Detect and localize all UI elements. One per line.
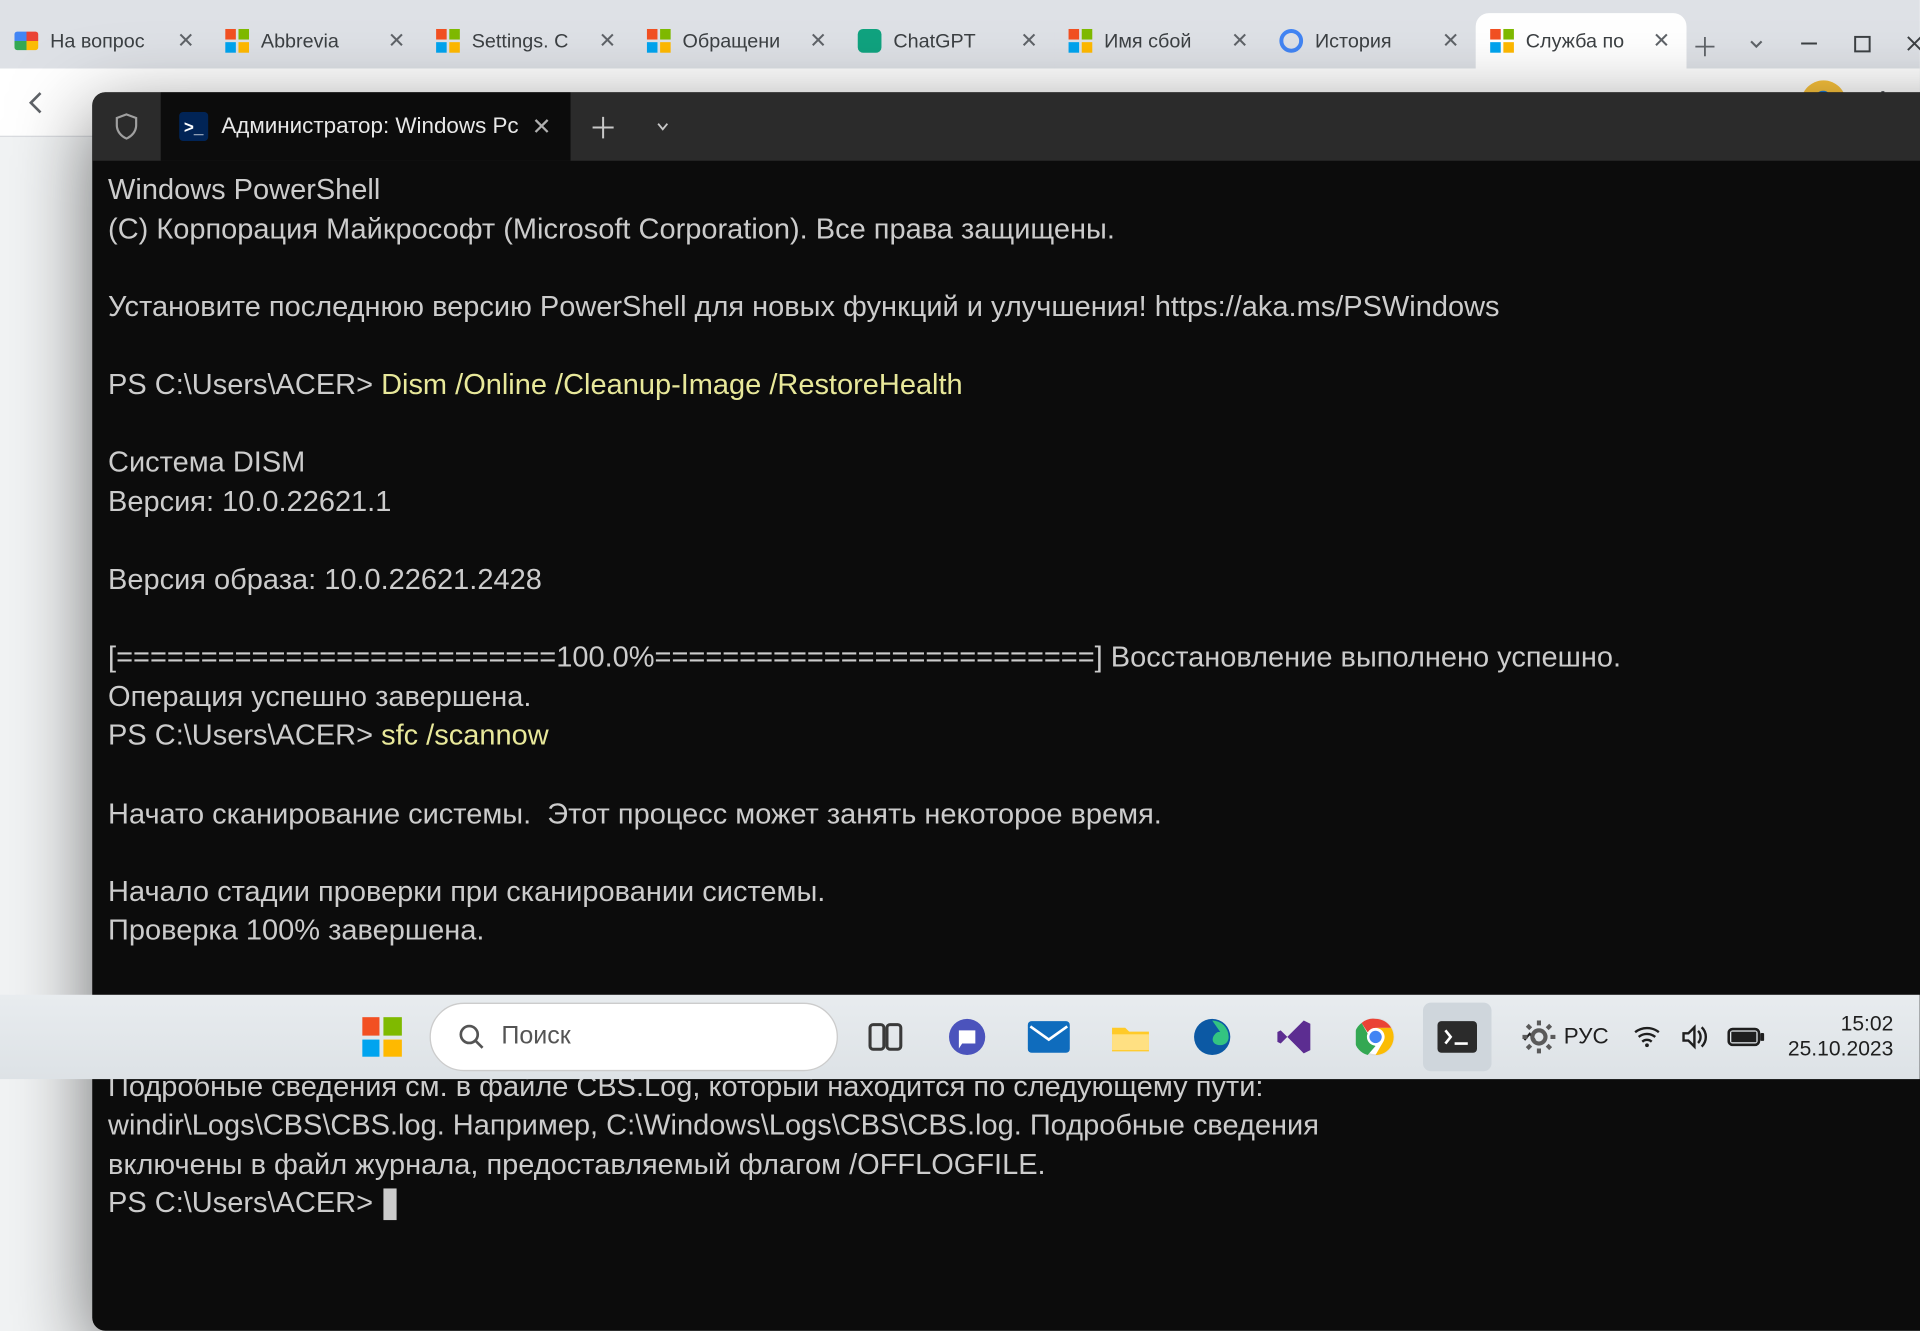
browser-tab[interactable]: Служба по ✕ xyxy=(1476,13,1687,68)
tab-title: ChatGPT xyxy=(893,30,1006,52)
cursor xyxy=(384,1189,397,1221)
gmail-icon xyxy=(13,28,39,54)
terminal-line: Windows PowerShell xyxy=(108,173,380,206)
window-close-button[interactable] xyxy=(1903,32,1920,56)
terminal-line: Начало стадии проверки при сканировании … xyxy=(108,874,825,907)
browser-tab[interactable]: На вопрос ✕ xyxy=(0,13,211,68)
tab-close-button[interactable]: ✕ xyxy=(1228,29,1252,53)
volume-icon[interactable] xyxy=(1680,1024,1709,1050)
browser-tab-strip: На вопрос ✕ Abbrevia ✕ Settings. С ✕ Обращени ✕… xyxy=(0,0,1920,69)
taskbar-app-settings[interactable] xyxy=(1504,1003,1573,1072)
powershell-icon: >_ xyxy=(179,112,208,141)
taskbar-app-chat[interactable] xyxy=(932,1003,1001,1072)
command: Dism /Online /Cleanup-Image /RestoreHeal… xyxy=(381,368,963,401)
date: 25.10.2023 xyxy=(1788,1037,1894,1062)
tab-title: Служба по xyxy=(1526,30,1639,52)
tab-title: На вопрос xyxy=(50,30,163,52)
terminal-window: >_ Администратор: Windows Pс ✕ ＋ Windows… xyxy=(92,92,1920,1331)
battery-icon[interactable] xyxy=(1727,1026,1764,1047)
terminal-titlebar[interactable]: >_ Администратор: Windows Pс ✕ ＋ xyxy=(92,92,1920,161)
tab-title: Имя сбой xyxy=(1104,30,1217,52)
prompt: PS C:\Users\ACER> xyxy=(108,1186,381,1219)
new-tab-button[interactable]: ＋ xyxy=(1692,21,1718,68)
browser-tab[interactable]: Обращени ✕ xyxy=(632,13,843,68)
clock[interactable]: 15:02 25.10.2023 xyxy=(1788,1012,1907,1063)
terminal-tab-close-button[interactable]: ✕ xyxy=(532,113,552,141)
tab-close-button[interactable]: ✕ xyxy=(1017,29,1041,53)
taskbar-app-mail[interactable] xyxy=(1014,1003,1083,1072)
terminal-line: Версия образа: 10.0.22621.2428 xyxy=(108,563,542,596)
tab-close-button[interactable]: ✕ xyxy=(1650,29,1674,53)
terminal-line: Cистема DISM xyxy=(108,446,305,479)
terminal-body[interactable]: Windows PowerShell (C) Корпорация Майкро… xyxy=(92,161,1920,1331)
window-maximize-button[interactable] xyxy=(1850,32,1874,56)
browser-tab[interactable]: ChatGPT ✕ xyxy=(843,13,1054,68)
taskbar-app-terminal[interactable] xyxy=(1422,1003,1491,1072)
search-placeholder: Поиск xyxy=(501,1022,570,1051)
command: sfc /scannow xyxy=(381,718,549,751)
microsoft-icon xyxy=(224,28,250,54)
browser-tab[interactable]: Имя сбой ✕ xyxy=(1054,13,1265,68)
taskbar-app-explorer[interactable] xyxy=(1096,1003,1165,1072)
terminal-tab[interactable]: >_ Администратор: Windows Pс ✕ xyxy=(161,92,570,161)
terminal-line: Проверка 100% завершена. xyxy=(108,913,484,946)
terminal-line: windir\Logs\CBS\CBS.log. Например, C:\Wi… xyxy=(108,1108,1319,1141)
window-minimize-button[interactable] xyxy=(1797,32,1821,56)
task-view-button[interactable] xyxy=(850,1003,919,1072)
shield-icon xyxy=(92,111,161,143)
start-button[interactable] xyxy=(347,1003,416,1072)
prompt: PS C:\Users\ACER> xyxy=(108,718,381,751)
terminal-line: [==========================100.0%=======… xyxy=(108,641,1621,674)
history-icon xyxy=(1278,28,1304,54)
tab-close-button[interactable]: ✕ xyxy=(385,29,409,53)
terminal-tab-dropdown-button[interactable] xyxy=(636,117,689,135)
terminal-line: включены в файл журнала, предоставляемый… xyxy=(108,1147,1046,1180)
time: 15:02 xyxy=(1788,1012,1894,1037)
microsoft-icon xyxy=(1489,28,1515,54)
terminal-line: Операция успешно завершена. xyxy=(108,680,531,713)
tab-title: Обращени xyxy=(683,30,796,52)
microsoft-icon xyxy=(1067,28,1093,54)
terminal-new-tab-button[interactable]: ＋ xyxy=(570,105,636,147)
browser-tab[interactable]: Settings. С ✕ xyxy=(422,13,633,68)
terminal-line: Версия: 10.0.22621.1 xyxy=(108,485,391,518)
taskbar-search[interactable]: Поиск xyxy=(429,1003,837,1072)
terminal-line: Начато сканирование системы. Этот процес… xyxy=(108,796,1162,829)
tab-title: Abbrevia xyxy=(261,30,374,52)
browser-tab[interactable]: История ✕ xyxy=(1265,13,1476,68)
tab-close-button[interactable]: ✕ xyxy=(174,29,198,53)
taskbar: Поиск РУС 15:02 25.10.2023 xyxy=(0,995,1920,1079)
taskbar-app-edge[interactable] xyxy=(1177,1003,1246,1072)
terminal-tab-title: Администратор: Windows Pс xyxy=(221,113,518,139)
wifi-icon[interactable] xyxy=(1632,1025,1661,1049)
taskbar-app-chrome[interactable] xyxy=(1341,1003,1410,1072)
taskbar-app-vs[interactable] xyxy=(1259,1003,1328,1072)
tab-title: Settings. С xyxy=(472,30,585,52)
back-button[interactable] xyxy=(13,78,60,125)
search-icon xyxy=(457,1022,486,1051)
search-tabs-button[interactable] xyxy=(1744,32,1768,56)
tab-close-button[interactable]: ✕ xyxy=(806,29,830,53)
system-tray: РУС 15:02 25.10.2023 xyxy=(1519,1012,1907,1063)
terminal-line: (C) Корпорация Майкрософт (Microsoft Cor… xyxy=(108,212,1115,245)
microsoft-icon xyxy=(646,28,672,54)
terminal-line: Установите последнюю версию PowerShell д… xyxy=(108,290,1499,323)
prompt: PS C:\Users\ACER> xyxy=(108,368,381,401)
tab-close-button[interactable]: ✕ xyxy=(1439,29,1463,53)
chatgpt-icon xyxy=(856,28,882,54)
tab-close-button[interactable]: ✕ xyxy=(596,29,620,53)
browser-tab[interactable]: Abbrevia ✕ xyxy=(211,13,422,68)
tab-title: История xyxy=(1315,30,1428,52)
microsoft-icon xyxy=(435,28,461,54)
